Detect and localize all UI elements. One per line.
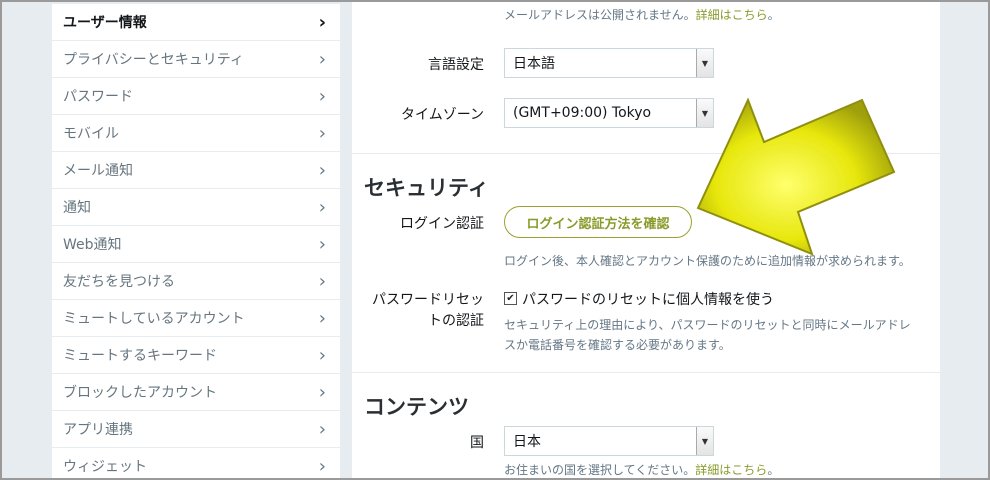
country-select-value: 日本 <box>513 434 541 450</box>
login-verification-button[interactable]: ログイン認証方法を確認 <box>504 206 692 238</box>
timezone-select-value: (GMT+09:00) Tokyo <box>513 105 652 121</box>
sidebar-item[interactable]: ウィジェット › <box>52 448 340 480</box>
chevron-right-icon: › <box>318 307 326 329</box>
sidebar-item[interactable]: Web通知 › <box>52 226 340 263</box>
settings-sidebar: ユーザー情報 › プライバシーとセキュリティ › パスワード › モバイル › メール通知 › 通知… <box>52 4 340 480</box>
sidebar-item[interactable]: 友だちを見つける › <box>52 263 340 300</box>
sidebar-item-label: ミュートしているアカウント <box>63 311 245 327</box>
password-reset-checkbox-label[interactable]: パスワードのリセットに個人情報を使う <box>522 289 774 309</box>
sidebar-item[interactable]: ミュートするキーワード › <box>52 337 340 374</box>
password-reset-label-line2: トの認証 <box>428 313 484 329</box>
yellow-arrow-icon <box>696 97 896 256</box>
security-section-title: セキュリティ <box>364 176 489 200</box>
chevron-right-icon: › <box>318 196 326 218</box>
sidebar-item[interactable]: プライバシーとセキュリティ › <box>52 41 340 78</box>
chevron-right-icon: › <box>318 455 326 477</box>
sidebar-item-label: ミュートするキーワード <box>63 348 217 364</box>
sidebar-item[interactable]: ユーザー情報 › <box>52 4 340 41</box>
sidebar-item-label: ブロックしたアカウント <box>63 385 217 401</box>
chevron-right-icon: › <box>318 344 326 366</box>
password-reset-hint-line2: スか電話番号を確認する必要があります。 <box>504 338 731 352</box>
sidebar-item-label: プライバシーとセキュリティ <box>63 52 244 68</box>
country-hint: お住まいの国を選択してください。詳細はこちら。 <box>504 461 779 478</box>
email-hint-text: メールアドレスは公開されません。 <box>504 8 696 22</box>
sidebar-item-label: ウィジェット <box>63 459 147 475</box>
sidebar-item-label: Web通知 <box>63 237 122 253</box>
password-reset-checkbox[interactable]: ✔ <box>504 292 517 305</box>
password-reset-hint-line1: セキュリティ上の理由により、パスワードのリセットと同時にメールアドレ <box>504 318 911 332</box>
sidebar-item-label: アプリ連携 <box>63 422 133 438</box>
chevron-right-icon: › <box>318 233 326 255</box>
sidebar-item[interactable]: アプリ連携 › <box>52 411 340 448</box>
timezone-label: タイムゾーン <box>400 107 484 123</box>
content-section-title: コンテンツ <box>364 395 469 419</box>
sidebar-item[interactable]: パスワード › <box>52 78 340 115</box>
country-select[interactable]: 日本 ▼ <box>504 426 714 456</box>
chevron-right-icon: › <box>318 381 326 403</box>
sidebar-item-label: パスワード <box>63 89 133 105</box>
chevron-right-icon: › <box>318 418 326 440</box>
login-verification-label: ログイン認証 <box>400 216 484 232</box>
password-reset-hint: セキュリティ上の理由により、パスワードのリセットと同時にメールアドレ スか電話番… <box>504 315 911 355</box>
sidebar-item-label: モバイル <box>63 126 119 142</box>
divider <box>352 372 940 373</box>
sidebar-item-label: 通知 <box>63 200 91 216</box>
chevron-right-icon: › <box>318 159 326 181</box>
sidebar-item[interactable]: ブロックしたアカウント › <box>52 374 340 411</box>
language-select[interactable]: 日本語 ▼ <box>504 48 714 78</box>
check-icon: ✔ <box>506 293 515 304</box>
triangle-down-icon: ▼ <box>696 49 713 77</box>
sidebar-item[interactable]: 通知 › <box>52 189 340 226</box>
password-reset-label-line1: パスワードリセッ <box>372 292 484 308</box>
sidebar-item[interactable]: モバイル › <box>52 115 340 152</box>
country-hint-text: お住まいの国を選択してください。 <box>504 463 696 477</box>
chevron-right-icon: › <box>318 85 326 107</box>
chevron-right-icon: › <box>318 11 326 33</box>
sidebar-item[interactable]: ミュートしているアカウント › <box>52 300 340 337</box>
sidebar-item-label: ユーザー情報 <box>63 15 147 31</box>
chevron-right-icon: › <box>318 122 326 144</box>
sidebar-item-label: メール通知 <box>63 163 133 179</box>
chevron-right-icon: › <box>318 48 326 70</box>
email-hint: メールアドレスは公開されません。詳細はこちら。 <box>504 6 780 23</box>
email-hint-link[interactable]: 詳細はこちら <box>696 8 768 22</box>
sidebar-item[interactable]: メール通知 › <box>52 152 340 189</box>
country-hint-link[interactable]: 詳細はこちら <box>695 463 767 477</box>
chevron-right-icon: › <box>318 270 326 292</box>
triangle-down-icon: ▼ <box>696 427 713 455</box>
password-reset-label: パスワードリセッ トの認証 <box>352 290 484 332</box>
language-label: 言語設定 <box>428 57 484 73</box>
sidebar-item-label: 友だちを見つける <box>63 274 175 290</box>
email-hint-tail: 。 <box>767 8 780 22</box>
country-label: 国 <box>470 435 484 451</box>
language-select-value: 日本語 <box>513 56 555 72</box>
country-hint-tail: 。 <box>767 463 780 477</box>
